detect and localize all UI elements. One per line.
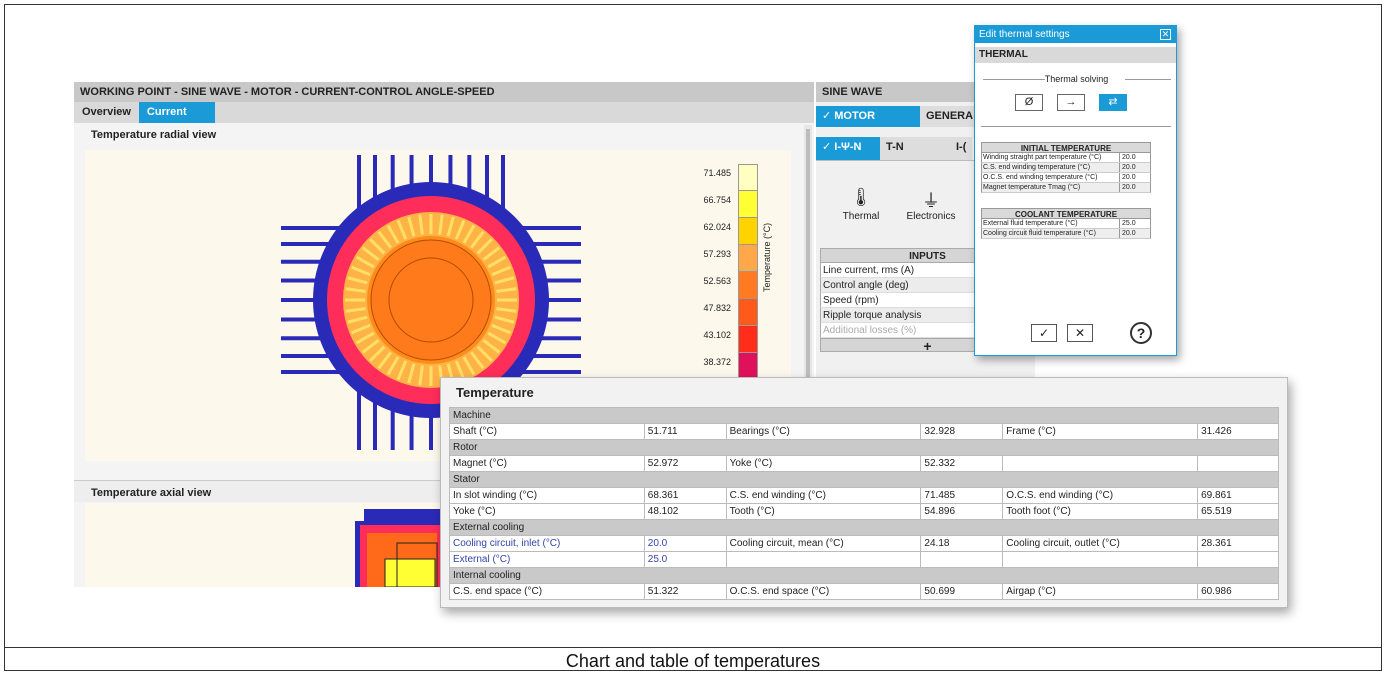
tab-i-other[interactable]: I-( — [950, 137, 973, 160]
thermal-solving-label: Thermal solving — [1044, 74, 1109, 84]
colorbar-label: 43.102 — [703, 330, 731, 340]
colorbar-label: 52.563 — [703, 276, 731, 286]
radial-view-title: Temperature radial view — [91, 129, 217, 141]
table-row: Shaft (°C) 51.711 Bearings (°C) 32.928 Fra… — [449, 423, 1279, 440]
tab-i-psi-n[interactable]: ✓ I-Ψ-N — [816, 137, 880, 160]
colorbar-label: 47.832 — [703, 303, 731, 313]
coolant-temperature-table: COOLANT TEMPERATURE External fluid tempe… — [981, 208, 1151, 239]
table-row: C.S. end space (°C) 51.322 O.C.S. end spa… — [449, 583, 1279, 600]
group-row: Machine — [449, 407, 1279, 424]
solve-none-button[interactable]: Ø — [1015, 94, 1043, 111]
table-row[interactable]: Magnet temperature Tmag (°C) 20.0 — [981, 183, 1151, 193]
group-row: Internal cooling — [449, 567, 1279, 584]
table-row: In slot winding (°C) 68.361 C.S. end wind… — [449, 487, 1279, 504]
view-tabs: Overview Current — [74, 102, 814, 123]
figure-caption: Chart and table of temperatures — [4, 647, 1382, 671]
solving-mode-buttons: Ø → ⇄ — [1015, 94, 1127, 111]
table-title: INITIAL TEMPERATURE — [981, 142, 1151, 153]
colorbar-label: 62.024 — [703, 222, 731, 232]
solve-oneway-button[interactable]: → — [1057, 94, 1085, 111]
ok-button[interactable]: ✓ — [1031, 324, 1057, 342]
temperature-title: Temperature — [456, 385, 534, 400]
table-row: Magnet (°C) 52.972 Yoke (°C) 52.332 — [449, 455, 1279, 472]
colorbar-segment — [738, 353, 758, 380]
colorbar-axis-label: Temperature (°C) — [762, 222, 772, 292]
tab-generator[interactable]: GENERA — [920, 106, 980, 127]
colorbar-segment — [738, 191, 758, 218]
group-row: Stator — [449, 471, 1279, 488]
colorbar-segment — [738, 272, 758, 299]
dialog-title: Edit thermal settings ✕ — [975, 26, 1176, 43]
initial-temperature-table: INITIAL TEMPERATURE Winding straight par… — [981, 142, 1151, 193]
table-title: COOLANT TEMPERATURE — [981, 208, 1151, 219]
table-row[interactable]: O.C.S. end winding temperature (°C) 20.0 — [981, 173, 1151, 183]
table-row: External (°C) 25.0 — [449, 551, 1279, 568]
colorbar-labels: 71.485 66.754 62.024 57.293 52.563 47.83… — [679, 168, 731, 384]
tab-t-n[interactable]: T-N — [880, 137, 950, 160]
thermal-settings-button[interactable]: 🌡 Thermal — [836, 187, 886, 222]
tab-current[interactable]: Current — [138, 102, 215, 123]
colorbar-segment — [738, 164, 758, 191]
temperature-results-panel: Temperature Machine Shaft (°C) 51.711 Bea… — [440, 377, 1288, 608]
window-title: WORKING POINT - SINE WAVE - MOTOR - CURR… — [74, 82, 814, 102]
close-icon[interactable]: ✕ — [1160, 29, 1171, 40]
thermal-settings-dialog: Edit thermal settings ✕ THERMAL Thermal … — [974, 25, 1177, 356]
table-row: Yoke (°C) 48.102 Tooth (°C) 54.896 Tooth f… — [449, 503, 1279, 520]
table-row[interactable]: Winding straight part temperature (°C) 20… — [981, 153, 1151, 163]
table-row[interactable]: External fluid temperature (°C) 25.0 — [981, 219, 1151, 229]
temperature-table: Machine Shaft (°C) 51.711 Bearings (°C) 32… — [449, 407, 1279, 600]
table-row: Cooling circuit, inlet (°C) 20.0 Cooling … — [449, 535, 1279, 552]
colorbar-segment — [738, 299, 758, 326]
colorbar-segment — [738, 245, 758, 272]
dialog-section-title: THERMAL — [975, 47, 1176, 63]
tab-overview[interactable]: Overview — [74, 102, 139, 123]
dialog-footer: ✓ ✕ — [1031, 324, 1093, 342]
thermometer-icon: 🌡 — [849, 187, 873, 207]
thermal-label: Thermal — [842, 211, 880, 222]
colorbar-label: 66.754 — [703, 195, 731, 205]
cancel-button[interactable]: ✕ — [1067, 324, 1093, 342]
colorbar-segment — [738, 218, 758, 245]
solve-coupled-button[interactable]: ⇄ — [1099, 94, 1127, 111]
table-row[interactable]: Cooling circuit fluid temperature (°C) 20… — [981, 229, 1151, 239]
group-row: Rotor — [449, 439, 1279, 456]
electronics-settings-button[interactable]: ⏚ Electronics — [906, 187, 956, 222]
colorbar-label: 57.293 — [703, 249, 731, 259]
colorbar-label: 71.485 — [703, 168, 731, 178]
colorbar-segment — [738, 326, 758, 353]
help-icon[interactable]: ? — [1130, 322, 1152, 344]
electronics-label: Electronics — [906, 211, 956, 222]
diode-icon: ⏚ — [922, 191, 940, 211]
table-row[interactable]: C.S. end winding temperature (°C) 20.0 — [981, 163, 1151, 173]
tab-motor[interactable]: ✓ MOTOR — [816, 106, 920, 127]
group-row: External cooling — [449, 519, 1279, 536]
temperature-colorbar — [738, 164, 758, 392]
